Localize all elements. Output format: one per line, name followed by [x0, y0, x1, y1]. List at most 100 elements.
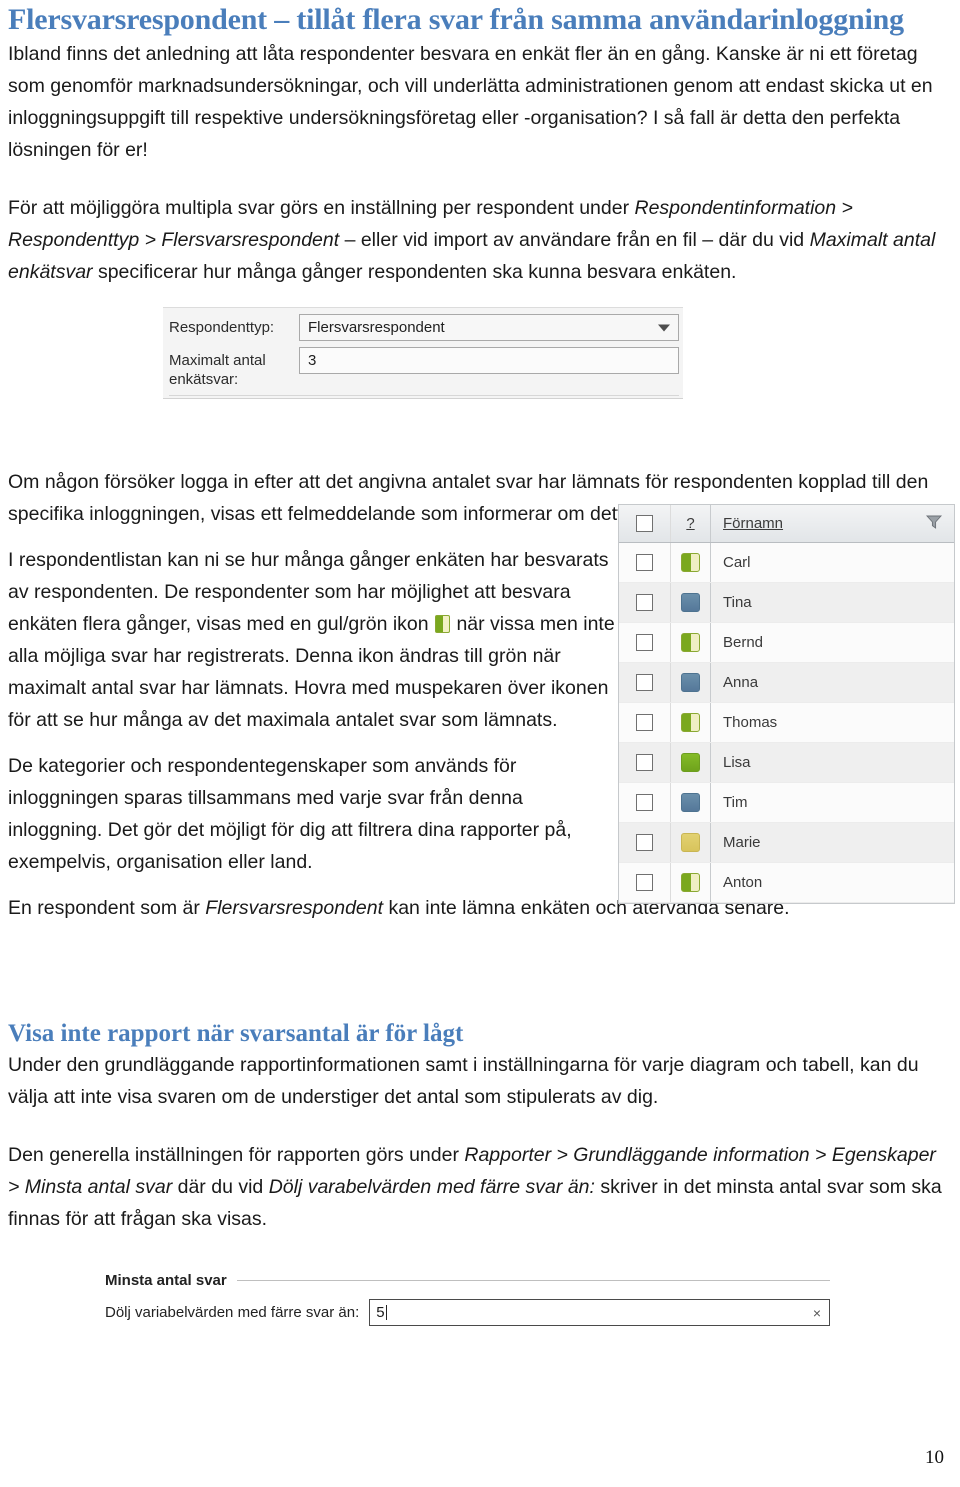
respondent-name: Thomas: [723, 714, 778, 731]
status-green-icon[interactable]: [681, 753, 700, 772]
categories-text: De kategorier och respondentegenskaper s…: [8, 754, 572, 873]
row-checkbox[interactable]: [636, 594, 653, 611]
final-note-text-1: En respondent som är: [8, 896, 206, 919]
select-all-checkbox[interactable]: [636, 515, 653, 532]
row-select-cell[interactable]: [619, 863, 671, 902]
clear-x-icon[interactable]: ×: [813, 1306, 821, 1320]
text-cursor: [385, 1305, 387, 1320]
row-name-cell[interactable]: Anna: [711, 663, 954, 702]
respondent-name: Marie: [723, 834, 761, 851]
report-setting-text-1: Den generella inställningen för rapporte…: [8, 1144, 465, 1166]
min-answers-value: 5: [376, 1304, 385, 1321]
respondent-list-paragraph: I respondentlistan kan ni se hur många g…: [8, 544, 616, 736]
respondent-type-label: Respondenttyp:: [169, 319, 275, 336]
row-name-cell[interactable]: Carl: [711, 543, 954, 582]
legend-rule: [236, 1280, 830, 1281]
row-status-cell[interactable]: [671, 583, 711, 622]
row-checkbox[interactable]: [636, 554, 653, 571]
status-split-icon[interactable]: [681, 873, 700, 892]
max-answers-row: Maximalt antal enkätsvar: 3: [169, 347, 679, 389]
row-select-cell[interactable]: [619, 743, 671, 782]
howto-text-1: För att möjliggöra multipla svar görs en…: [8, 196, 635, 219]
min-answers-field-label: Dölj variabelvärden med färre svar än:: [105, 1304, 360, 1321]
row-checkbox[interactable]: [636, 754, 653, 771]
table-row[interactable]: Carl: [619, 543, 954, 583]
row-status-cell[interactable]: [671, 663, 711, 702]
report-intro-paragraph: Under den grundläggande rapportinformati…: [8, 1049, 952, 1113]
row-name-cell[interactable]: Anton: [711, 863, 954, 902]
table-row[interactable]: Marie: [619, 823, 954, 863]
status-blue-icon[interactable]: [681, 793, 700, 812]
row-checkbox[interactable]: [636, 834, 653, 851]
table-row[interactable]: Anton: [619, 863, 954, 903]
table-row[interactable]: Thomas: [619, 703, 954, 743]
howto-text-2: – eller vid import av användare från en …: [339, 228, 810, 251]
row-status-cell[interactable]: [671, 863, 711, 902]
section-heading-report: Visa inte rapport när svarsantal är för …: [8, 1019, 464, 1047]
final-note-term: Flersvarsrespondent: [205, 896, 384, 919]
row-select-cell[interactable]: [619, 623, 671, 662]
howto-text-3: specificerar hur många gånger respondent…: [92, 260, 737, 283]
row-name-cell[interactable]: Bernd: [711, 623, 954, 662]
row-checkbox[interactable]: [636, 794, 653, 811]
header-select-all-cell[interactable]: [619, 505, 671, 542]
header-status-cell[interactable]: ?: [671, 505, 711, 542]
row-name-cell[interactable]: Tina: [711, 583, 954, 622]
row-select-cell[interactable]: [619, 703, 671, 742]
report-setting-path-2: Dölj varabelvärden med färre svar än:: [268, 1176, 595, 1198]
header-name-cell[interactable]: Förnamn: [711, 505, 954, 542]
row-status-cell[interactable]: [671, 623, 711, 662]
row-name-cell[interactable]: Marie: [711, 823, 954, 862]
status-blue-icon[interactable]: [681, 673, 700, 692]
row-select-cell[interactable]: [619, 663, 671, 702]
min-answers-form-screenshot: Minsta antal svar Dölj variabelvärden me…: [95, 1266, 840, 1338]
row-select-cell[interactable]: [619, 543, 671, 582]
row-checkbox[interactable]: [636, 674, 653, 691]
status-split-icon[interactable]: [681, 553, 700, 572]
chevron-down-icon[interactable]: [658, 324, 670, 331]
gul-gron-status-icon: [435, 614, 451, 633]
status-blue-icon[interactable]: [681, 593, 700, 612]
table-row[interactable]: Tina: [619, 583, 954, 623]
row-select-cell[interactable]: [619, 583, 671, 622]
max-answers-input[interactable]: 3: [299, 347, 679, 374]
table-row[interactable]: Anna: [619, 663, 954, 703]
row-checkbox[interactable]: [636, 714, 653, 731]
respondent-type-select[interactable]: Flersvarsrespondent: [299, 314, 679, 341]
min-answers-legend: Minsta antal svar: [105, 1272, 830, 1289]
list-body: Carl Tina Bernd Anna Thomas Lisa Tim Marie Anton: [619, 543, 954, 903]
row-status-cell[interactable]: [671, 783, 711, 822]
table-row[interactable]: Tim: [619, 783, 954, 823]
status-split-icon[interactable]: [681, 633, 700, 652]
status-column-header[interactable]: ?: [686, 515, 694, 532]
status-yellow-icon[interactable]: [681, 833, 700, 852]
row-name-cell[interactable]: Lisa: [711, 743, 954, 782]
name-column-header[interactable]: Förnamn: [723, 515, 783, 532]
row-status-cell[interactable]: [671, 703, 711, 742]
funnel-filter-icon[interactable]: [925, 515, 943, 533]
respondent-name: Carl: [723, 554, 751, 571]
min-answers-legend-text: Minsta antal svar: [105, 1272, 227, 1289]
form-divider: [169, 395, 679, 396]
row-select-cell[interactable]: [619, 783, 671, 822]
row-status-cell[interactable]: [671, 743, 711, 782]
row-status-cell[interactable]: [671, 543, 711, 582]
row-name-cell[interactable]: Tim: [711, 783, 954, 822]
status-split-icon[interactable]: [681, 713, 700, 732]
table-row[interactable]: Bernd: [619, 623, 954, 663]
row-name-cell[interactable]: Thomas: [711, 703, 954, 742]
respondent-name: Anna: [723, 674, 759, 691]
report-intro-line-1: Under den grundläggande rapportinformati…: [8, 1054, 855, 1076]
respondent-name: Tina: [723, 594, 752, 611]
row-checkbox[interactable]: [636, 874, 653, 891]
respondent-type-form-screenshot: Respondenttyp: Flersvarsrespondent Maxim…: [163, 307, 683, 399]
list-header-row: ? Förnamn: [619, 505, 954, 543]
min-answers-input[interactable]: 5 ×: [369, 1299, 830, 1326]
row-select-cell[interactable]: [619, 823, 671, 862]
row-checkbox[interactable]: [636, 634, 653, 651]
table-row[interactable]: Lisa: [619, 743, 954, 783]
row-status-cell[interactable]: [671, 823, 711, 862]
intro-paragraph: Ibland finns det anledning att låta resp…: [8, 38, 952, 166]
